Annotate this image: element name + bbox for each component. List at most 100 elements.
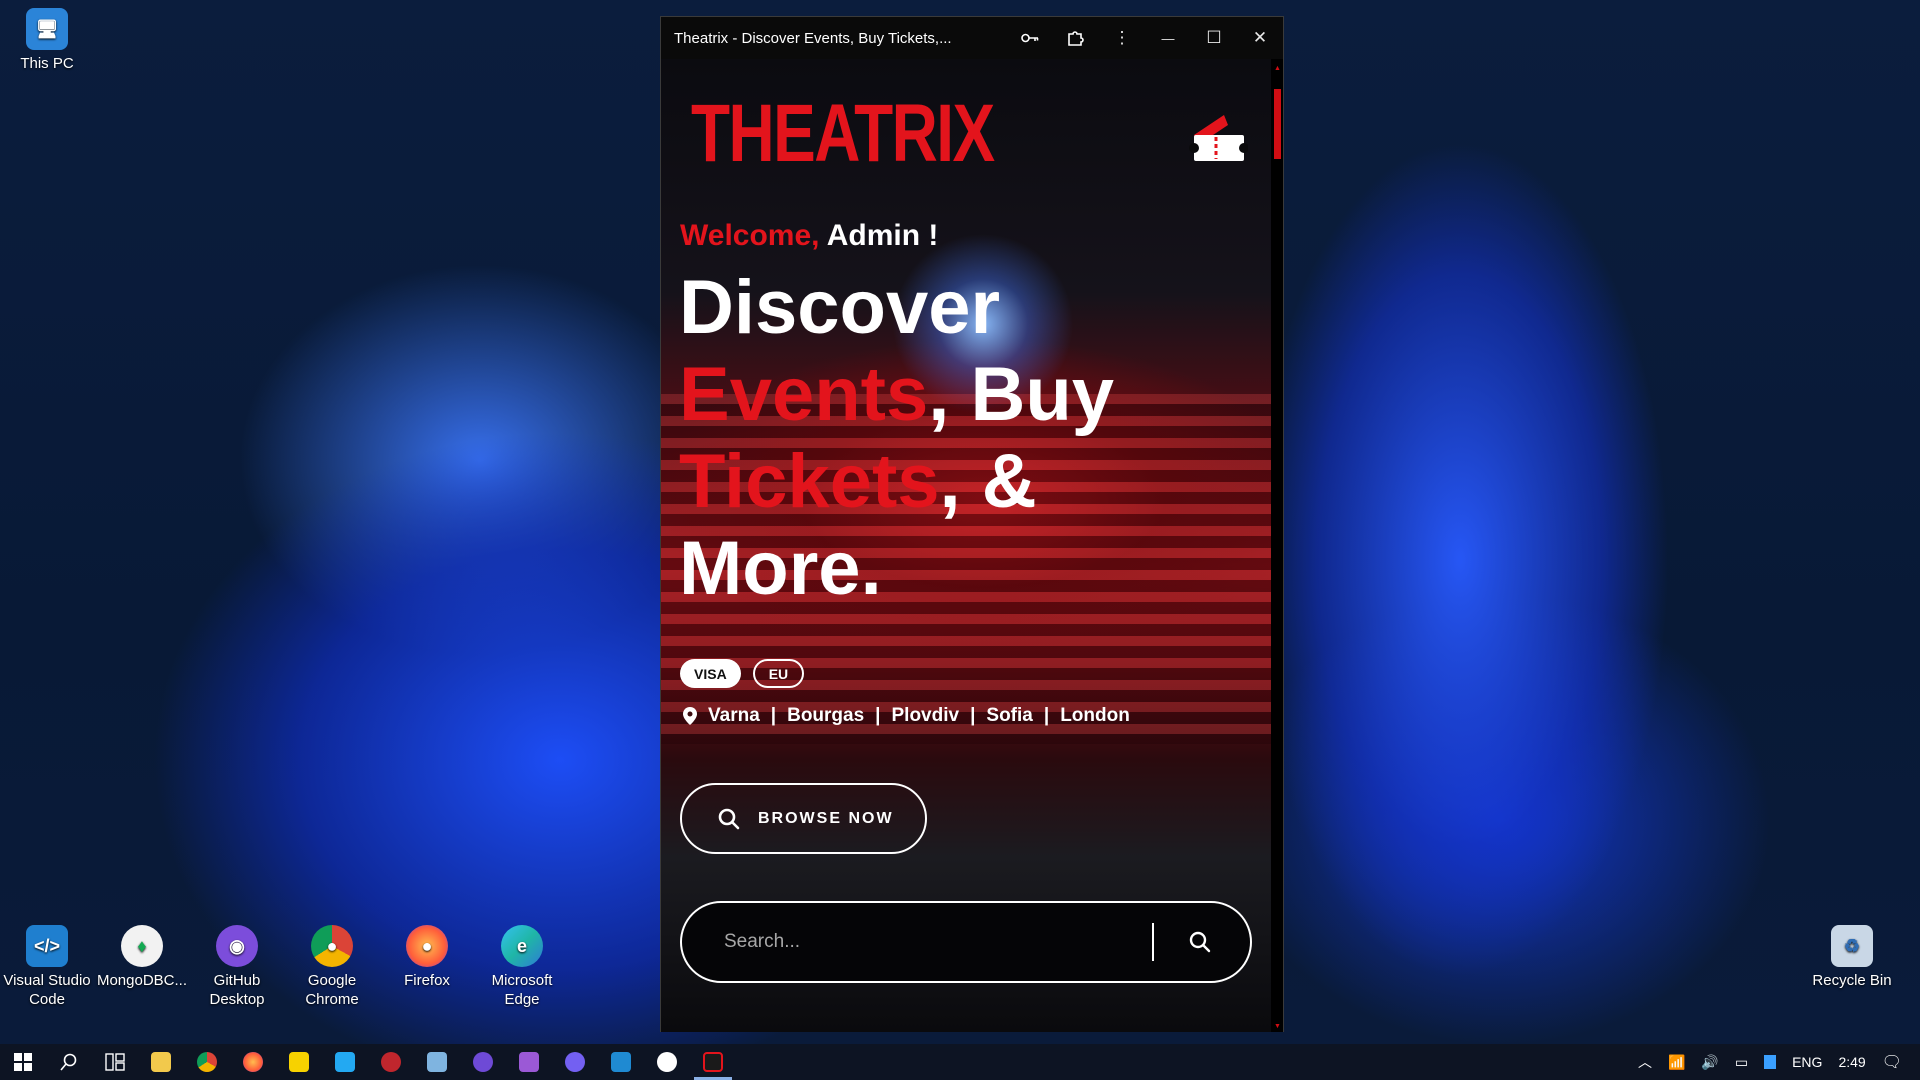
taskbar-vscode[interactable] [322, 1044, 368, 1080]
notifications-icon[interactable]: 🗨 [1882, 1052, 1902, 1072]
system-tray: ︿ 📶 🔊 ▭ ENG 2:49 🗨 [1638, 1052, 1920, 1072]
headline-line-1: Discover [679, 265, 1001, 350]
visual-studio-icon [519, 1052, 539, 1072]
headline-line-4: More. [679, 526, 882, 611]
app-window: Theatrix - Discover Events, Buy Tickets,… [660, 16, 1284, 1032]
taskbar-search-button[interactable] [46, 1044, 92, 1080]
volume-icon[interactable]: 🔊 [1701, 1054, 1718, 1071]
taskbar-visual-studio[interactable] [506, 1044, 552, 1080]
desktop-icon-mongodb[interactable]: ♦ MongoDBC... [95, 925, 189, 990]
vscode-icon: </> [26, 925, 68, 967]
task-view-button[interactable] [92, 1044, 138, 1080]
desktop-icon-vscode[interactable]: </> Visual Studio Code [0, 925, 94, 1009]
taskbar-github[interactable] [460, 1044, 506, 1080]
window-titlebar[interactable]: Theatrix - Discover Events, Buy Tickets,… [661, 17, 1283, 59]
page-scrollbar[interactable]: ▲ ▼ [1271, 59, 1283, 1032]
firefox-icon: ● [406, 925, 448, 967]
chevron-up-icon[interactable]: ︿ [1638, 1052, 1652, 1072]
badge-row: VISA EU [680, 659, 805, 688]
desktop-icon-label: MongoDBC... [96, 972, 188, 989]
headline-buy: , Buy [928, 352, 1115, 437]
desktop-icon-edge[interactable]: e Microsoft Edge [475, 925, 569, 1009]
city-separator: | [770, 705, 777, 726]
headline-events: Events [679, 352, 929, 437]
minimize-button[interactable]: — [1145, 17, 1191, 59]
city-bourgas[interactable]: Bourgas [787, 705, 864, 727]
task-view-icon [105, 1053, 125, 1071]
github-icon [473, 1052, 493, 1072]
taskbar-bug-app[interactable] [368, 1044, 414, 1080]
welcome-prefix: Welcome, [680, 219, 820, 252]
theatrix-logo[interactable]: THEATRIX [691, 87, 995, 181]
recycle-bin-icon: ♻ [1831, 925, 1873, 967]
desktop-icon-this-pc[interactable]: 🖥 This PC [0, 8, 94, 73]
scrollbar-thumb[interactable] [1274, 89, 1281, 159]
cities-list: Varna | Bourgas | Plovdiv | Sofia | Lond… [683, 705, 1130, 727]
headline-line-2: Events, Buy [679, 351, 1119, 438]
desktop-icon-chrome[interactable]: ● Google Chrome [285, 925, 379, 1009]
city-varna[interactable]: Varna [708, 705, 760, 727]
search-icon [718, 808, 740, 829]
close-button[interactable]: ✕ [1237, 17, 1283, 59]
city-sofia[interactable]: Sofia [986, 705, 1032, 727]
network-icon[interactable]: 📶 [1668, 1054, 1685, 1071]
hero-headline: Discover Events, Buy Tickets, & More. [679, 264, 1119, 612]
taskbar-firefox[interactable] [230, 1044, 276, 1080]
maximize-button[interactable]: ☐ [1191, 17, 1237, 59]
city-separator: | [875, 705, 881, 726]
welcome-username: Admin ! [826, 219, 939, 252]
taskbar-theatrix-window[interactable] [690, 1044, 736, 1080]
taskbar-chrome[interactable] [184, 1044, 230, 1080]
desktop-icon-label: Visual Studio Code [3, 972, 91, 1008]
start-button[interactable] [0, 1044, 46, 1080]
desktop-icon-label: Microsoft Edge [491, 972, 553, 1008]
language-indicator[interactable]: ENG [1792, 1054, 1822, 1070]
scroll-up-arrow[interactable]: ▲ [1274, 65, 1281, 72]
search-submit-button[interactable] [1180, 922, 1220, 962]
clock[interactable]: 2:49 [1838, 1054, 1865, 1070]
chrome-icon: ● [311, 925, 353, 967]
more-options-button[interactable]: ⋮ [1099, 17, 1145, 59]
desktop-icon-github-desktop[interactable]: ◉ GitHub Desktop [190, 925, 284, 1009]
theatrix-window-icon [703, 1052, 723, 1072]
mongodb-compass-icon: ♦ [121, 925, 163, 967]
browse-now-button[interactable]: BROWSE NOW [680, 783, 927, 854]
city-london[interactable]: London [1060, 705, 1130, 727]
vscode-icon [335, 1052, 355, 1072]
search-bar [680, 901, 1252, 983]
image-app-icon [427, 1052, 447, 1072]
taskbar-notes[interactable] [276, 1044, 322, 1080]
taskbar-viber[interactable] [552, 1044, 598, 1080]
welcome-message: Welcome, Admin ! [680, 219, 938, 253]
puzzle-icon[interactable] [1053, 17, 1099, 59]
this-pc-icon: 🖥 [26, 8, 68, 50]
battery-icon[interactable]: ▭ [1735, 1054, 1748, 1071]
scroll-down-arrow[interactable]: ▼ [1274, 1023, 1281, 1030]
bug-app-icon [381, 1052, 401, 1072]
taskbar-app[interactable] [644, 1044, 690, 1080]
city-separator: | [1043, 705, 1050, 726]
desktop-icon-firefox[interactable]: ● Firefox [380, 925, 474, 990]
location-pin-icon [683, 707, 697, 725]
search-input[interactable] [682, 912, 1152, 972]
desktop-icon-recycle-bin[interactable]: ♻ Recycle Bin [1805, 925, 1899, 990]
desktop-icon-label: This PC [20, 55, 74, 72]
key-icon[interactable] [1007, 17, 1053, 59]
github-desktop-icon: ◉ [216, 925, 258, 967]
search-divider [1152, 923, 1154, 961]
app-tray-icon[interactable] [1764, 1055, 1777, 1069]
firefox-icon [243, 1052, 263, 1072]
taskbar-vscode-2[interactable] [598, 1044, 644, 1080]
window-title: Theatrix - Discover Events, Buy Tickets,… [674, 29, 952, 47]
vscode-icon [611, 1052, 631, 1072]
headline-line-3: Tickets, & [679, 438, 1119, 525]
ticket-icon[interactable] [1186, 107, 1249, 169]
browse-now-label: BROWSE NOW [758, 809, 894, 827]
taskbar-file-explorer[interactable] [138, 1044, 184, 1080]
city-separator: | [970, 705, 976, 726]
desktop-icon-label: Recycle Bin [1812, 972, 1892, 989]
eu-badge: EU [752, 659, 805, 688]
taskbar-image-app[interactable] [414, 1044, 460, 1080]
city-plovdiv[interactable]: Plovdiv [892, 705, 960, 727]
app-content: THEATRIX Welcome, Admin ! Discover Event… [661, 59, 1273, 1032]
